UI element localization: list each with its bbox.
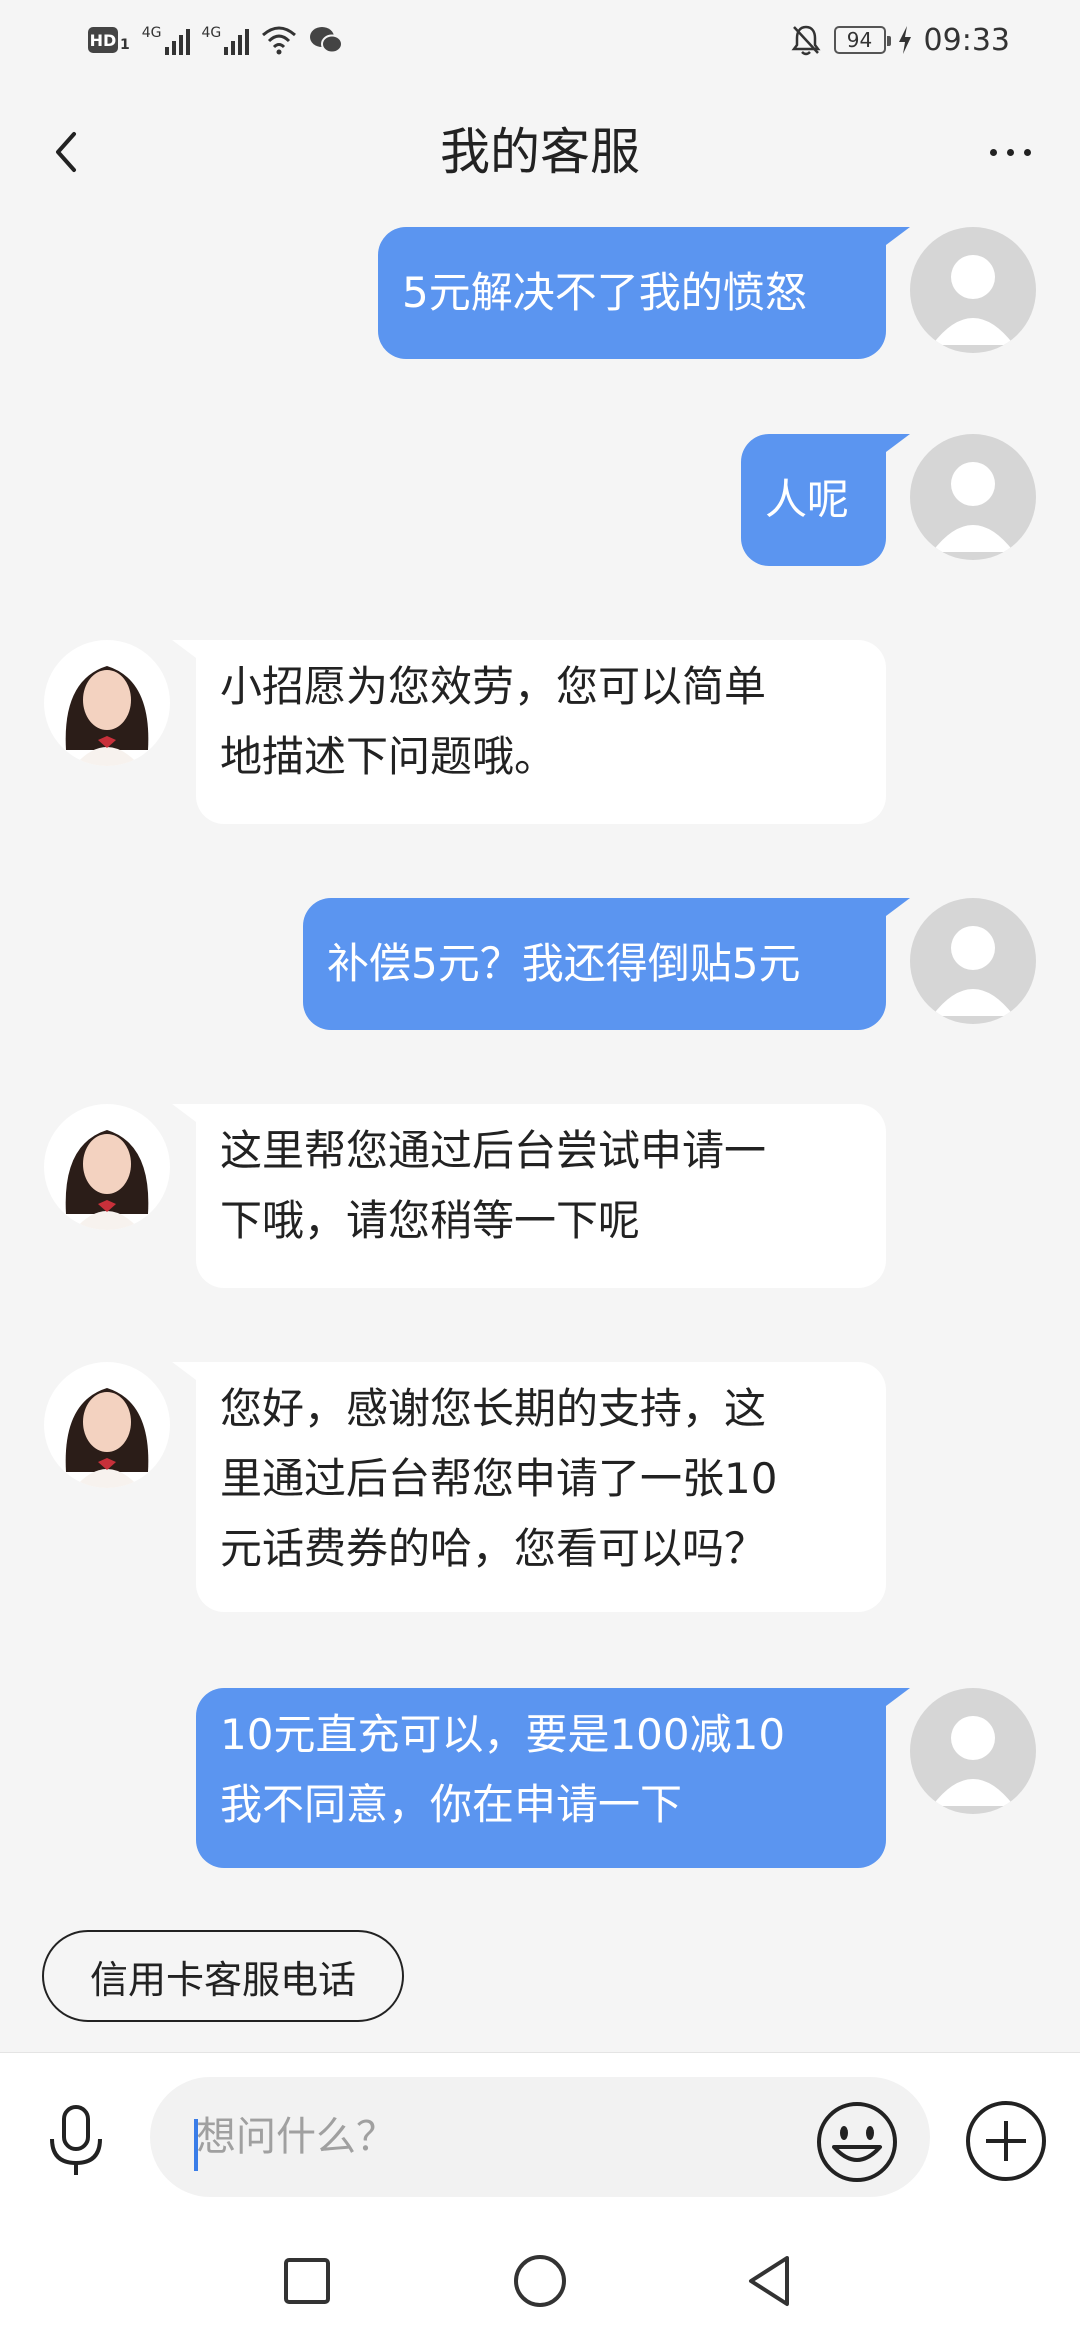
circle-home-icon — [514, 2255, 566, 2307]
message-line: 地描述下问题哦。 — [220, 732, 557, 781]
chat-header: 我的客服 — [0, 100, 1080, 210]
default-avatar-icon — [932, 926, 1014, 1016]
chat-bubble-outgoing[interactable]: 人呢 — [741, 434, 886, 566]
agent-portrait-icon — [65, 1130, 149, 1230]
message-line: 这里帮您通过后台尝试申请一 — [220, 1126, 767, 1175]
microphone-icon — [50, 2105, 102, 2175]
text-cursor — [194, 2119, 198, 2171]
system-nav-bar — [0, 2220, 1080, 2340]
recents-button[interactable] — [272, 2246, 342, 2316]
agent-avatar[interactable] — [44, 1104, 170, 1230]
agent-avatar[interactable] — [44, 640, 170, 766]
default-avatar-icon — [932, 462, 1014, 552]
status-time: 09:33 — [923, 22, 1010, 58]
sim-index: 1 — [120, 37, 130, 53]
status-right-group: 94 09:33 — [790, 16, 1010, 64]
chat-bubble-outgoing[interactable]: 10元直充可以，要是100减10 我不同意，你在申请一下 — [196, 1688, 886, 1868]
back-nav-button[interactable] — [735, 2246, 805, 2316]
message-line: 我不同意，你在申请一下 — [220, 1780, 683, 1829]
emoji-button[interactable] — [812, 2097, 902, 2187]
more-horizontal-icon — [989, 148, 997, 156]
page-title: 我的客服 — [440, 123, 640, 181]
user-avatar[interactable] — [910, 434, 1036, 560]
quick-reply-credit-card-hotline[interactable]: 信用卡客服电话 — [42, 1930, 404, 2022]
battery-indicator: 94 — [833, 26, 891, 54]
status-bar: HD 1 4G 4G 94 09:33 — [0, 0, 1080, 80]
chat-bubble-incoming[interactable]: 您好，感谢您长期的支持，这 里通过后台帮您申请了一张10 元话费券的哈，您看可以… — [196, 1362, 886, 1612]
more-options-button[interactable] — [970, 122, 1050, 182]
message-line: 下哦，请您稍等一下呢 — [220, 1196, 641, 1245]
agent-avatar[interactable] — [44, 1362, 170, 1488]
user-avatar[interactable] — [910, 898, 1036, 1024]
network-type-1: 4G — [141, 25, 162, 41]
more-actions-button[interactable] — [962, 2097, 1050, 2185]
message-line: 里通过后台帮您申请了一张10 — [220, 1454, 778, 1503]
input-bar — [0, 2052, 1080, 2221]
default-avatar-icon — [932, 1716, 1014, 1806]
default-avatar-icon — [932, 255, 1014, 345]
agent-portrait-icon — [65, 666, 149, 766]
chat-bubble-outgoing[interactable]: 补偿5元？我还得倒贴5元 — [303, 898, 886, 1030]
square-recents-icon — [284, 2258, 330, 2304]
message-line: 小招愿为您效劳，您可以简单 — [220, 662, 767, 711]
user-avatar[interactable] — [910, 227, 1036, 353]
chat-bubble-incoming[interactable]: 这里帮您通过后台尝试申请一 下哦，请您稍等一下呢 — [196, 1104, 886, 1288]
message-line: 元话费券的哈，您看可以吗？ — [220, 1524, 767, 1573]
signal-2-icon: 4G — [202, 25, 250, 55]
charging-icon — [898, 26, 911, 54]
message-line: 您好，感谢您长期的支持，这 — [220, 1384, 767, 1433]
message-line: 10元直充可以，要是100减10 — [220, 1710, 786, 1759]
bell-mute-icon — [791, 25, 821, 56]
voice-input-button[interactable] — [36, 2101, 116, 2181]
agent-portrait-icon — [65, 1388, 149, 1488]
message-text: 人呢 — [765, 475, 850, 524]
home-button[interactable] — [505, 2246, 575, 2316]
signal-1-icon: 4G — [142, 25, 190, 55]
hd-badge: HD — [88, 27, 118, 53]
wechat-icon — [310, 27, 344, 54]
message-text: 补偿5元？我还得倒贴5元 — [327, 939, 801, 988]
wifi-icon — [262, 26, 297, 55]
network-type-2: 4G — [201, 25, 222, 41]
user-avatar[interactable] — [910, 1688, 1036, 1814]
status-left-group: HD 1 4G 4G — [88, 20, 344, 60]
message-text: 5元解决不了我的愤怒 — [402, 268, 807, 317]
smiley-icon — [817, 2102, 897, 2182]
chat-bubble-outgoing[interactable]: 5元解决不了我的愤怒 — [378, 227, 886, 359]
chat-bubble-incoming[interactable]: 小招愿为您效劳，您可以简单 地描述下问题哦。 — [196, 640, 886, 824]
triangle-back-icon — [749, 2256, 789, 2306]
plus-circle-icon — [966, 2101, 1046, 2181]
